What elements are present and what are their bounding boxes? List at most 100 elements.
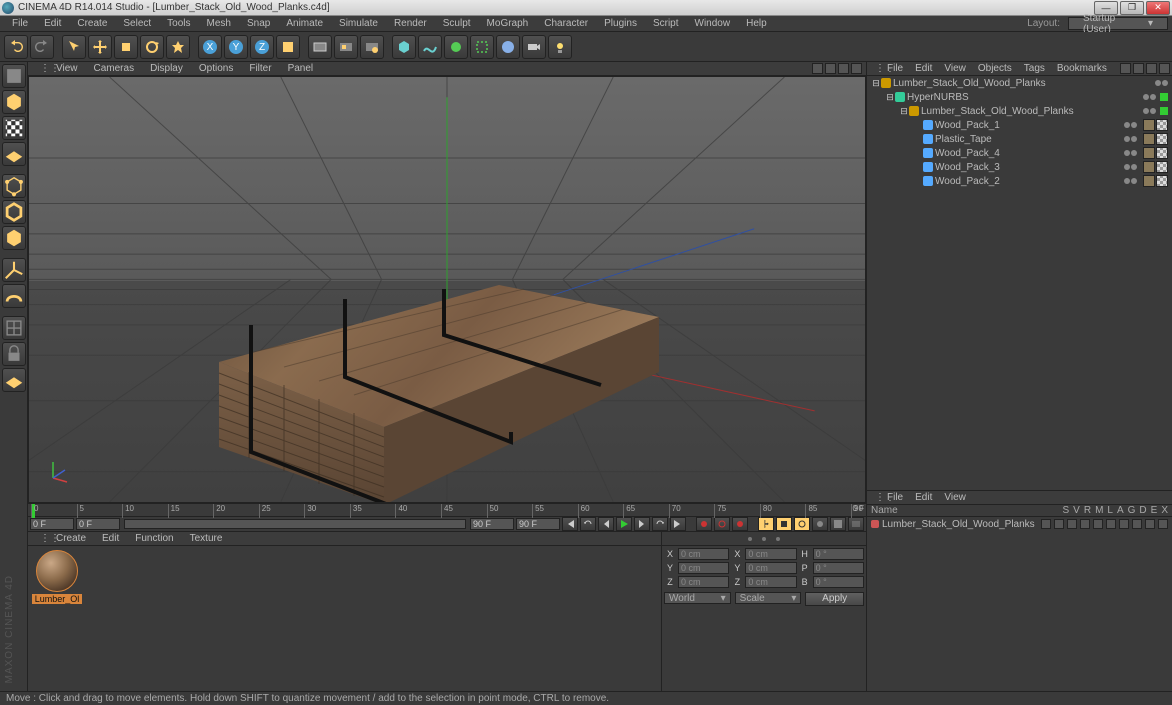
menu-snap[interactable]: Snap [239,18,278,29]
visibility-dots[interactable] [1124,178,1137,184]
coord-apply-button[interactable]: Apply [805,592,864,606]
tree-expand-icon[interactable]: ⊟ [871,78,881,89]
goto-prev-key-button[interactable] [580,517,596,531]
material-name[interactable]: Lumber_Ol [32,594,82,604]
texture-tag-icon[interactable] [1143,133,1155,145]
attr-l-toggle[interactable] [1093,519,1103,529]
viewmenu-panel[interactable]: Panel [280,63,322,74]
x-axis-button[interactable]: X [198,35,222,59]
close-button[interactable]: ✕ [1146,1,1170,15]
tree-row[interactable]: ⊟Lumber_Stack_Old_Wood_Planks [867,104,1172,118]
viewmenu-cameras[interactable]: Cameras [86,63,143,74]
point-mode-button[interactable] [2,174,26,198]
record-button[interactable] [696,517,712,531]
viewport-layout-icon[interactable] [851,63,862,74]
texture-tag-icon[interactable] [1143,119,1155,131]
goto-end-button[interactable] [670,517,686,531]
menu-script[interactable]: Script [645,18,687,29]
coord-system-button[interactable] [276,35,300,59]
texture-tag-icon[interactable] [1143,161,1155,173]
uvw-tag-icon[interactable] [1156,175,1168,187]
objmenu-file[interactable]: File [881,63,909,74]
next-frame-button[interactable] [634,517,650,531]
goto-next-key-button[interactable] [652,517,668,531]
attr-d-toggle[interactable] [1132,519,1142,529]
key-param-button[interactable] [812,517,828,531]
scale-button[interactable] [114,35,138,59]
menu-sculpt[interactable]: Sculpt [435,18,479,29]
menu-simulate[interactable]: Simulate [331,18,386,29]
texture-tag-icon[interactable] [1143,175,1155,187]
objmenu-bookmarks[interactable]: Bookmarks [1051,63,1113,74]
primitive-button[interactable] [392,35,416,59]
attr-v-toggle[interactable] [1054,519,1064,529]
timeline-out-field[interactable]: 90 F [470,518,514,530]
attr-g-toggle[interactable] [1119,519,1129,529]
polygon-mode-button[interactable] [2,226,26,250]
planar-workplane-button[interactable] [2,368,26,392]
coord-field[interactable]: 0 cm [678,562,729,574]
uvw-tag-icon[interactable] [1156,147,1168,159]
tree-row[interactable]: ⊟HyperNURBS [867,90,1172,104]
objmenu-view[interactable]: View [938,63,972,74]
tree-expand-icon[interactable]: ⊟ [885,92,895,103]
attr-layer-row[interactable]: Lumber_Stack_Old_Wood_Planks [867,517,1172,531]
coord-field[interactable]: 0 cm [745,576,796,588]
objmgr-grip-icon[interactable]: ⋮⋮ [869,63,881,74]
tree-row[interactable]: Wood_Pack_2 [867,174,1172,188]
coord-field[interactable]: 0 ° [813,576,864,588]
visibility-dots[interactable] [1143,108,1156,114]
render-region-button[interactable] [334,35,358,59]
coord-field[interactable]: 0 cm [745,548,796,560]
attr-e-toggle[interactable] [1145,519,1155,529]
objmenu-edit[interactable]: Edit [909,63,938,74]
move-button[interactable] [88,35,112,59]
matmenu-function[interactable]: Function [127,533,181,544]
menu-file[interactable]: File [4,18,36,29]
render-settings-button[interactable] [360,35,384,59]
menu-mesh[interactable]: Mesh [199,18,239,29]
prev-frame-button[interactable] [598,517,614,531]
workplane-button[interactable] [2,142,26,166]
object-tree[interactable]: ⊟Lumber_Stack_Old_Wood_Planks⊟HyperNURBS… [867,76,1172,490]
viewport[interactable]: Perspective [28,76,866,503]
viewmenu-options[interactable]: Options [191,63,241,74]
redo-button[interactable] [30,35,54,59]
menu-create[interactable]: Create [69,18,115,29]
uvw-tag-icon[interactable] [1156,119,1168,131]
matmenu-texture[interactable]: Texture [182,533,231,544]
coord-field[interactable]: 0 ° [813,562,864,574]
viewmenu-view[interactable]: View [48,63,86,74]
spline-button[interactable] [418,35,442,59]
objmenu-objects[interactable]: Objects [972,63,1018,74]
viewport-grip-icon[interactable]: ⋮⋮ [32,63,48,74]
tree-row[interactable]: Plastic_Tape [867,132,1172,146]
render-view-button[interactable] [308,35,332,59]
attr-r-toggle[interactable] [1067,519,1077,529]
visibility-dots[interactable] [1124,164,1137,170]
enable-check-icon[interactable] [1160,107,1168,115]
timeline-ruler[interactable]: 0510152025303540455055606570758085900 F [28,504,866,517]
viewport-orbit-icon[interactable] [838,63,849,74]
tree-expand-icon[interactable]: ⊟ [899,106,909,117]
soft-select-button[interactable] [2,284,26,308]
texture-mode-button[interactable] [2,116,26,140]
menu-render[interactable]: Render [386,18,435,29]
menu-edit[interactable]: Edit [36,18,69,29]
material-item[interactable]: Lumber_Ol [32,550,82,604]
tree-row[interactable]: Wood_Pack_1 [867,118,1172,132]
visibility-dots[interactable] [1124,136,1137,142]
key-rot-button[interactable] [794,517,810,531]
timeline-end-field[interactable]: 90 F [516,518,560,530]
attr-m-toggle[interactable] [1080,519,1090,529]
light-button[interactable] [548,35,572,59]
live-select-button[interactable] [62,35,86,59]
viewmenu-display[interactable]: Display [142,63,191,74]
visibility-dots[interactable] [1124,122,1137,128]
tree-row[interactable]: Wood_Pack_3 [867,160,1172,174]
attr-x-toggle[interactable] [1158,519,1168,529]
environment-button[interactable] [496,35,520,59]
timeline-range-slider[interactable] [124,519,466,529]
rotate-button[interactable] [140,35,164,59]
generator-button[interactable] [444,35,468,59]
